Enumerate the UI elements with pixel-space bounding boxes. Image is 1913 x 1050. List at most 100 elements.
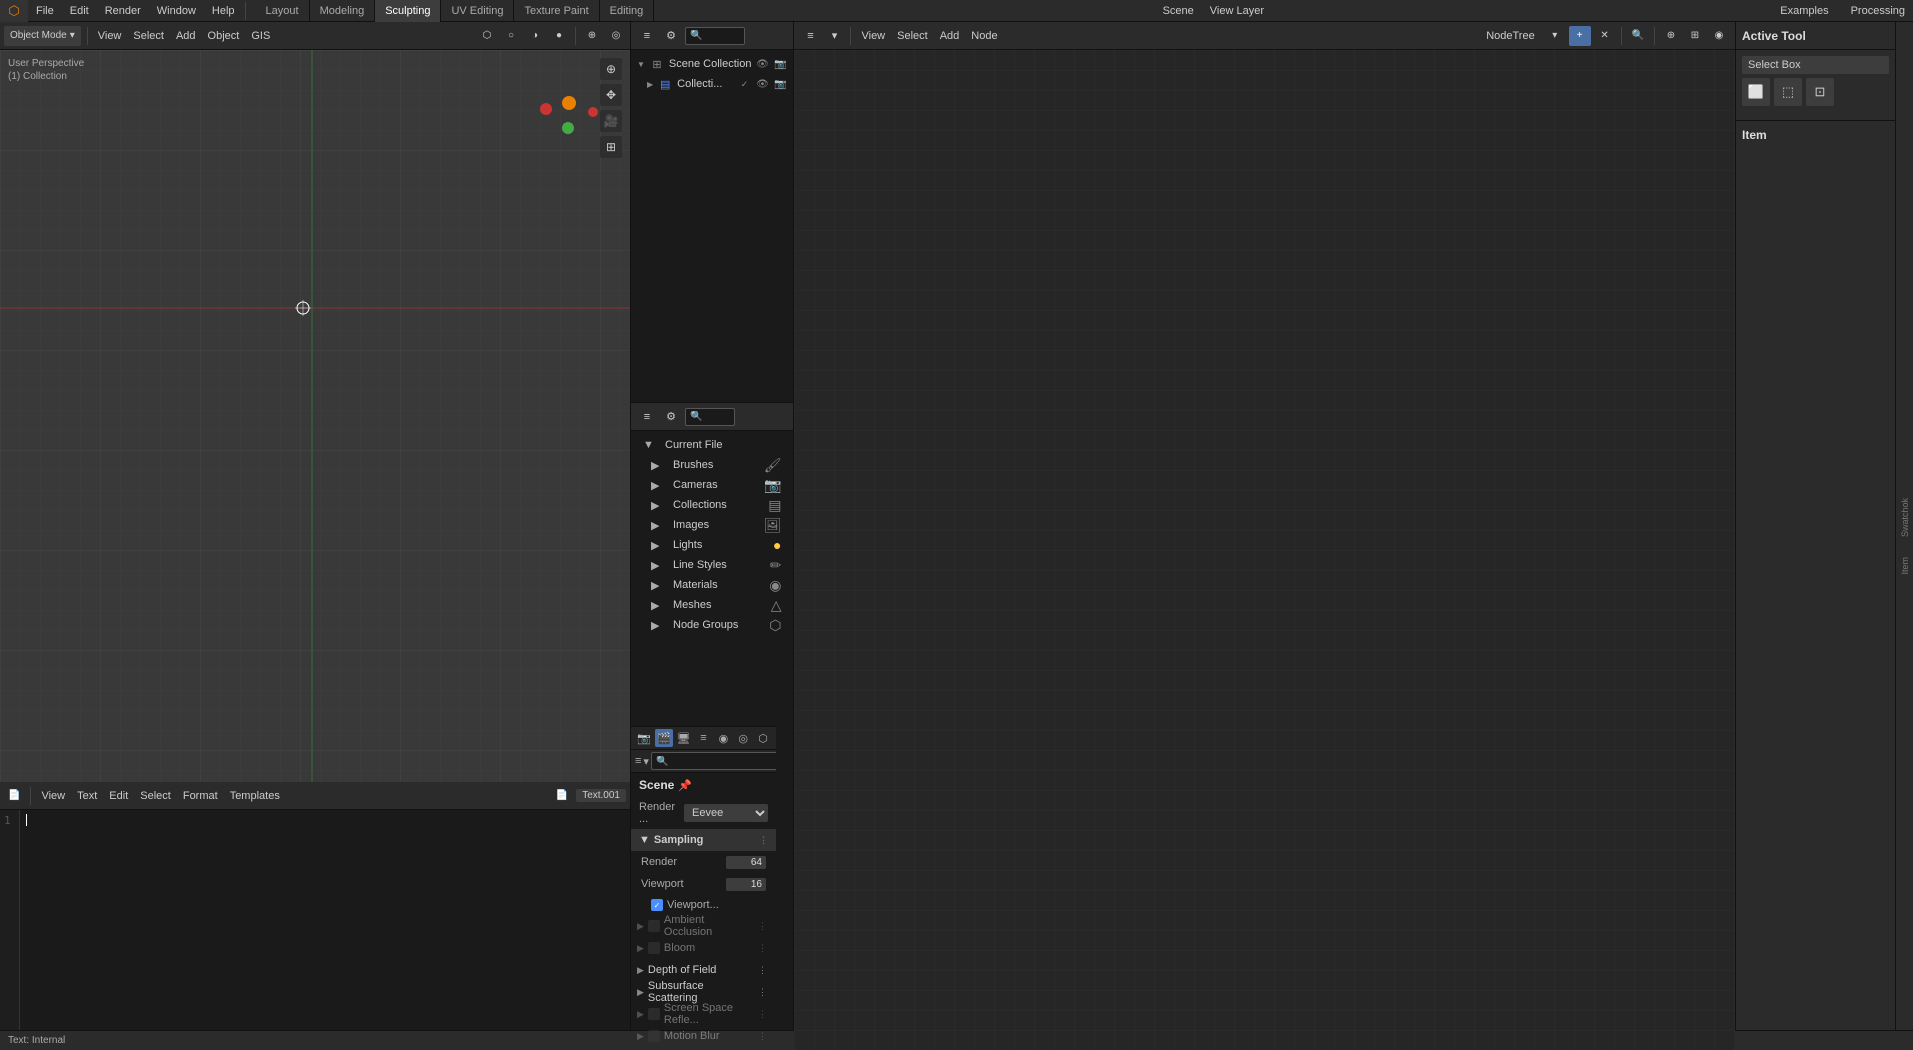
swatchok-label[interactable]: Swatchok [1900, 498, 1910, 537]
outliner-filter-icon[interactable]: ⚙ [661, 26, 681, 46]
tab-sculpting[interactable]: Sculpting [375, 0, 441, 22]
props-filter-icon[interactable]: ▾ [643, 752, 649, 770]
render-value[interactable]: 64 [726, 856, 766, 869]
node-editor-body[interactable] [794, 50, 1735, 1050]
cameras-item[interactable]: ▶ Cameras 📷 [631, 475, 793, 495]
menu-help[interactable]: Help [204, 0, 243, 22]
bloom-checkbox[interactable] [648, 942, 660, 954]
scene-pin-icon[interactable]: 📌 [678, 779, 692, 792]
te-select[interactable]: Select [136, 786, 175, 806]
rp-object-icon[interactable]: ⬡ [754, 729, 772, 747]
te-format[interactable]: Format [179, 786, 222, 806]
rp-output-icon[interactable]: 🖥 [675, 729, 693, 747]
examples-label[interactable]: Examples [1772, 0, 1836, 22]
te-text[interactable]: Text [73, 786, 101, 806]
current-file-item[interactable]: ▼ Current File [631, 435, 793, 455]
menu-window[interactable]: Window [149, 0, 204, 22]
object-menu[interactable]: Object [204, 26, 244, 46]
scene-selector[interactable]: Scene [1155, 0, 1202, 22]
mb-checkbox[interactable] [648, 1030, 660, 1042]
db-search[interactable] [685, 408, 735, 426]
text-editor-body[interactable]: 1 [0, 810, 630, 1050]
ne-search[interactable]: 🔍 [1628, 26, 1648, 46]
gis-menu[interactable]: GIS [247, 26, 274, 46]
db-filter-icon[interactable]: ⚙ [661, 407, 681, 427]
coll-vis-icon[interactable]: ✓ [737, 79, 751, 90]
brushes-item[interactable]: ▶ Brushes 🖌 [631, 455, 793, 475]
denoising-checkbox[interactable]: ✓ [651, 899, 663, 911]
render-engine-select[interactable]: Eevee Cycles Workbench [684, 804, 768, 822]
wire-shading[interactable]: ⬡ [477, 26, 497, 46]
rp-view-layer-icon[interactable]: ≡ [695, 729, 713, 747]
bloom-section[interactable]: ▶ Bloom ⋮ [631, 937, 776, 959]
select-menu[interactable]: Select [129, 26, 168, 46]
ne-add[interactable]: Add [936, 26, 964, 46]
sampling-header[interactable]: ▼ Sampling ⋮ [631, 829, 776, 851]
ssr-section[interactable]: ▶ Screen Space Refle... ⋮ [631, 1003, 776, 1025]
ne-view[interactable]: View [857, 26, 889, 46]
motionblur-section[interactable]: ▶ Motion Blur ⋮ [631, 1025, 776, 1047]
tool-icon-3[interactable]: ⊡ [1806, 78, 1834, 106]
te-file-selector[interactable]: 📄 [552, 786, 572, 806]
item-sidebar-label[interactable]: Item [1900, 557, 1910, 575]
rp-world-icon[interactable]: ◎ [734, 729, 752, 747]
view-menu[interactable]: View [94, 26, 126, 46]
camera-view-tool[interactable]: 🎥 [600, 110, 622, 132]
menu-file[interactable]: File [28, 0, 62, 22]
add-menu[interactable]: Add [172, 26, 200, 46]
collection-item[interactable]: ▶ ▤ Collecti... ✓ 👁 📷 [631, 74, 793, 94]
visibility-icon[interactable]: 👁 [755, 59, 769, 70]
ssr-checkbox[interactable] [648, 1008, 660, 1020]
coll-eye-icon[interactable]: 👁 [755, 79, 769, 90]
db-mode-icon[interactable]: ≡ [637, 407, 657, 427]
rp-scene2-icon[interactable]: ◉ [714, 729, 732, 747]
te-edit[interactable]: Edit [105, 786, 132, 806]
materials-item[interactable]: ▶ Materials ◉ [631, 575, 793, 595]
props-mode-icon[interactable]: ≡ [635, 752, 641, 770]
rendered-shading[interactable]: ● [549, 26, 569, 46]
tool-icon-1[interactable]: ⬜ [1742, 78, 1770, 106]
nodegroups-item[interactable]: ▶ Node Groups ⬡ [631, 615, 793, 635]
images-item[interactable]: ▶ Images 🖼 [631, 515, 793, 535]
viewport-value[interactable]: 16 [726, 878, 766, 891]
text-content[interactable] [20, 810, 630, 1050]
move-tool[interactable]: ✥ [600, 84, 622, 106]
ne-ctrl1[interactable]: ⊕ [1661, 26, 1681, 46]
ne-close-btn[interactable]: ✕ [1595, 26, 1615, 46]
tab-texture-paint[interactable]: Texture Paint [514, 0, 599, 22]
menu-edit[interactable]: Edit [62, 0, 97, 22]
ne-select[interactable]: Select [893, 26, 932, 46]
overlay-toggle[interactable]: ⊕ [582, 26, 602, 46]
ne-node[interactable]: Node [967, 26, 1001, 46]
ne-ctrl2[interactable]: ⊞ [1685, 26, 1705, 46]
solid-shading[interactable]: ○ [501, 26, 521, 46]
render-icon[interactable]: 📷 [773, 59, 787, 70]
ao-section[interactable]: ▶ Ambient Occlusion ⋮ [631, 915, 776, 937]
lights-item[interactable]: ▶ Lights ● [631, 535, 793, 555]
ao-checkbox[interactable] [648, 920, 660, 932]
ne-filter-icon[interactable]: ▾ [824, 26, 844, 46]
material-shading[interactable]: ◑ [525, 26, 545, 46]
tool-icon-2[interactable]: ⬚ [1774, 78, 1802, 106]
ne-new-btn[interactable]: + [1569, 26, 1591, 46]
ne-ctrl3[interactable]: ◉ [1709, 26, 1729, 46]
props-search[interactable] [651, 752, 776, 770]
tab-modeling[interactable]: Modeling [310, 0, 376, 22]
sss-section[interactable]: ▶ Subsurface Scattering ⋮ [631, 981, 776, 1003]
rp-scene-icon[interactable]: 🎬 [655, 729, 673, 747]
outliner-mode-icon[interactable]: ≡ [637, 26, 657, 46]
scene-collection-item[interactable]: ▼ ⊞ Scene Collection 👁 📷 [631, 54, 793, 74]
coll-render-icon[interactable]: 📷 [773, 79, 787, 90]
dof-section[interactable]: ▶ Depth of Field ⋮ [631, 959, 776, 981]
meshes-item[interactable]: ▶ Meshes △ [631, 595, 793, 615]
tab-uv-editing[interactable]: UV Editing [441, 0, 514, 22]
ne-mode-icon[interactable]: ≡ [800, 26, 820, 46]
rp-render-icon[interactable]: 📷 [635, 729, 653, 747]
tab-layout[interactable]: Layout [256, 0, 310, 22]
tab-editing[interactable]: Editing [600, 0, 655, 22]
view-layer-selector[interactable]: View Layer [1202, 0, 1272, 22]
select-box-btn[interactable]: Select Box [1742, 56, 1889, 74]
cursor-tool[interactable]: ⊕ [600, 58, 622, 80]
collections-item[interactable]: ▶ Collections ▤ [631, 495, 793, 515]
te-view[interactable]: View [37, 786, 69, 806]
